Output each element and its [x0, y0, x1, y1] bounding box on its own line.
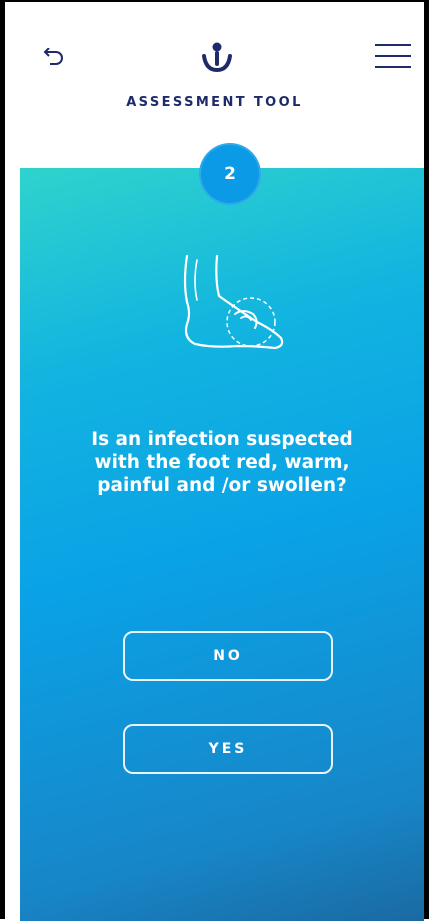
- undo-arrow-icon: [43, 48, 63, 65]
- no-button[interactable]: NO: [123, 631, 333, 681]
- step-badge: 2: [199, 143, 261, 205]
- menu-button[interactable]: [375, 42, 411, 70]
- question-text: Is an infection suspected with the foot …: [91, 429, 353, 496]
- yes-button[interactable]: YES: [123, 724, 333, 774]
- app-frame: ASSESSMENT TOOL 2 Is an infection suspec…: [0, 0, 429, 921]
- page-title: ASSESSMENT TOOL: [126, 95, 303, 110]
- hamburger-menu-icon: [375, 44, 411, 68]
- person-logo-icon: [202, 42, 232, 73]
- foot-infection-icon: [183, 254, 284, 350]
- back-button[interactable]: [37, 42, 69, 74]
- app-header: ASSESSMENT TOOL: [5, 2, 424, 168]
